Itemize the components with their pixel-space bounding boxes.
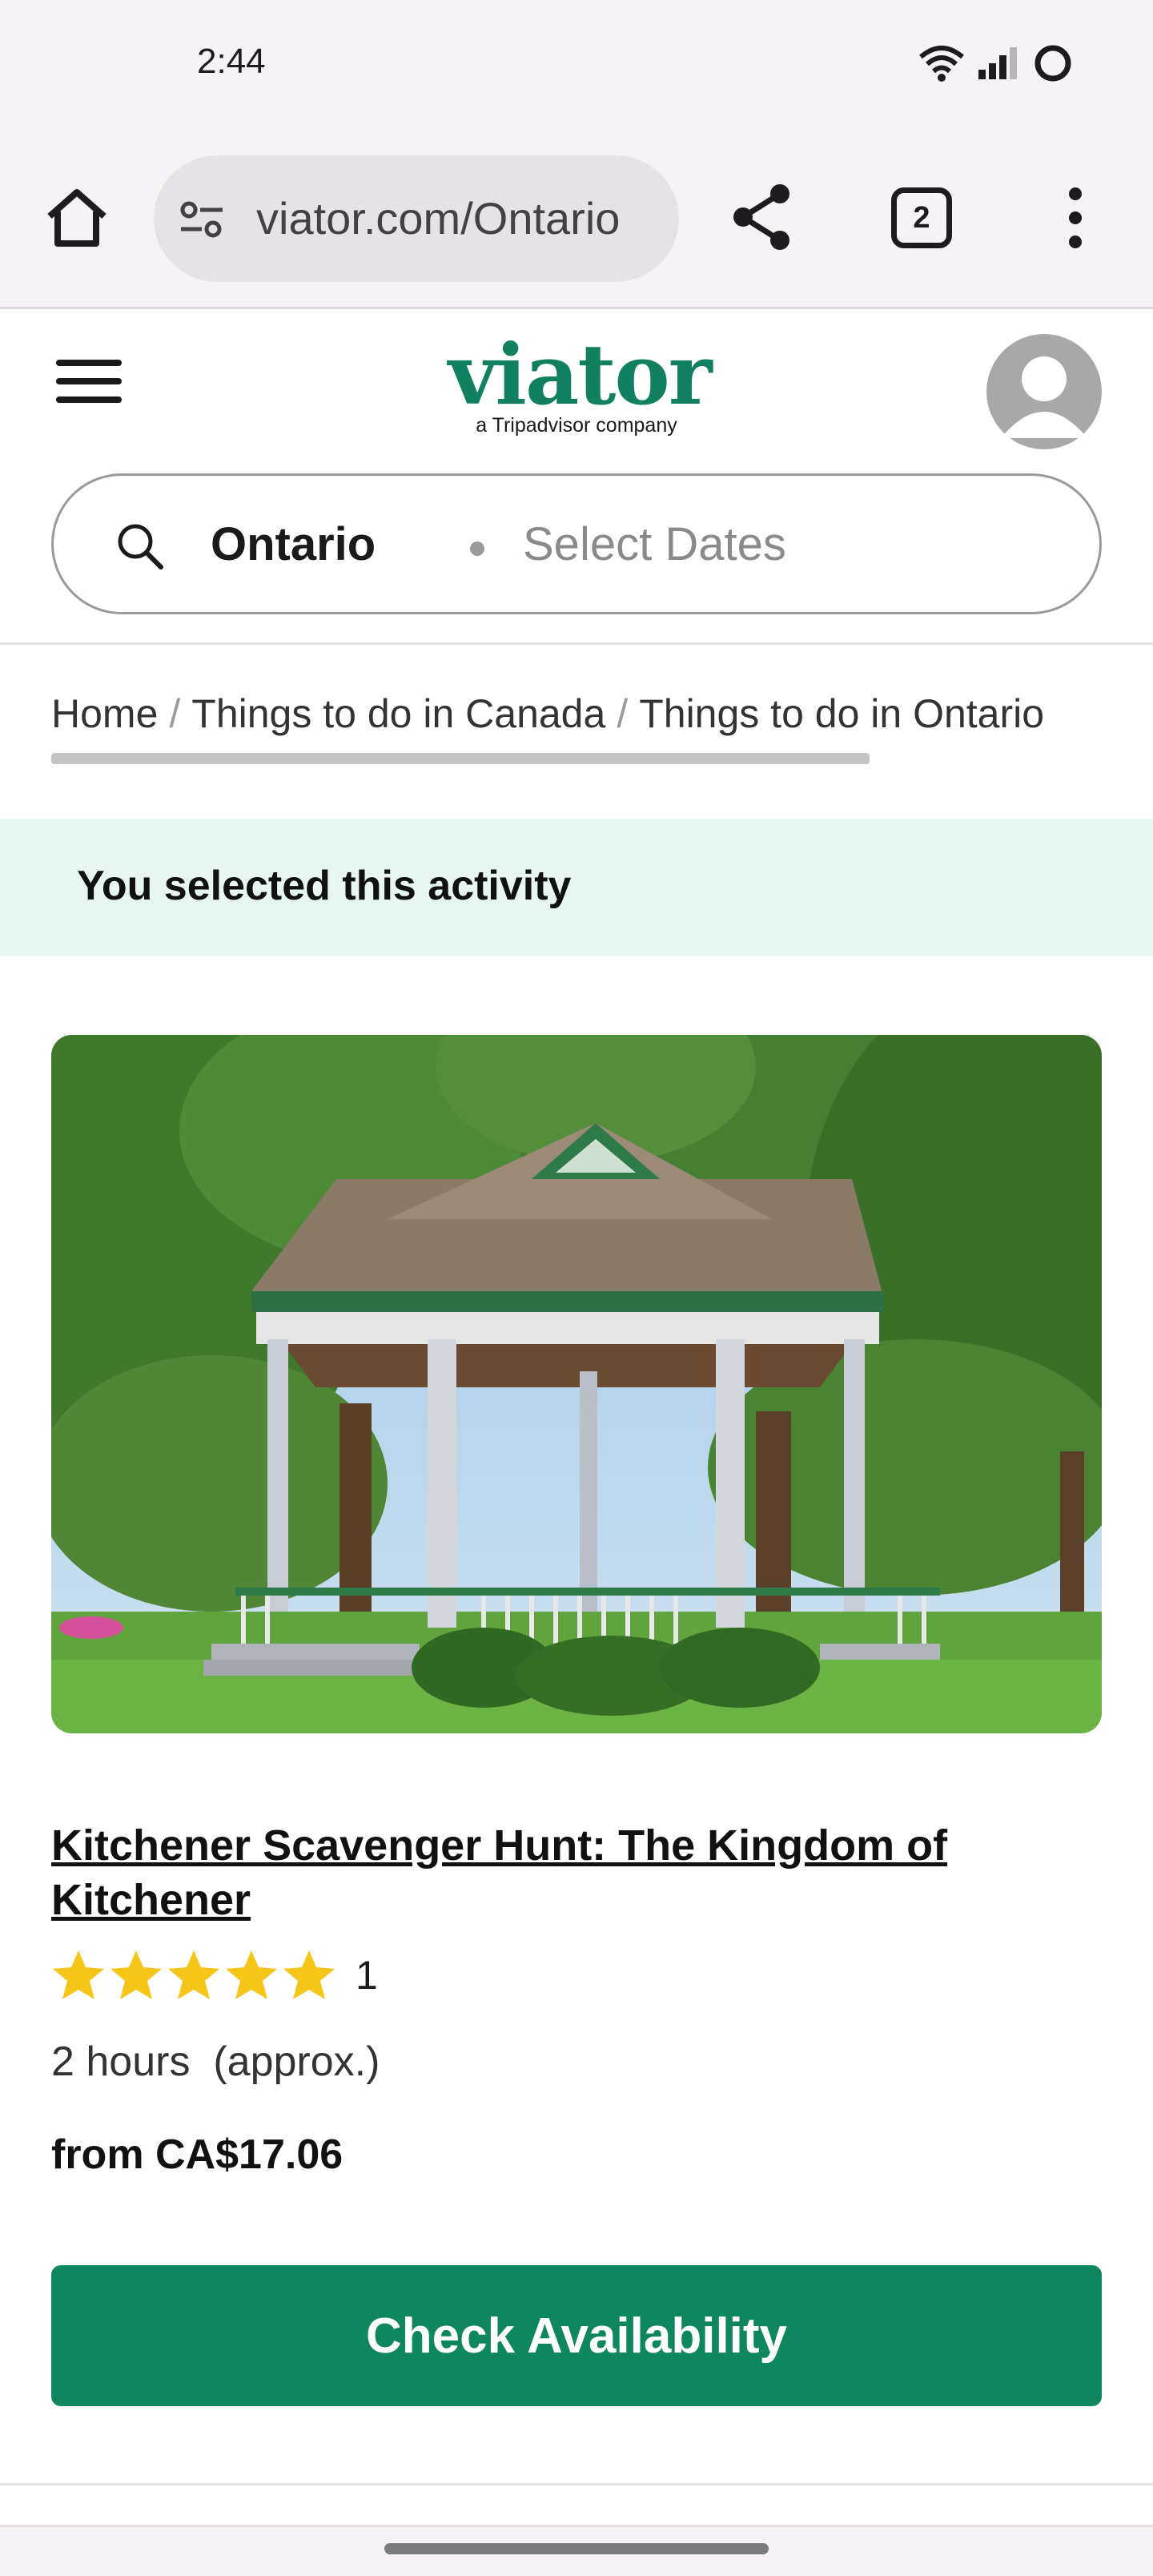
rating: 1 bbox=[51, 1948, 378, 2002]
star-icon bbox=[53, 1950, 104, 1999]
search-bar[interactable]: Ontario Select Dates bbox=[51, 473, 1102, 614]
star-icon bbox=[226, 1950, 277, 1999]
wifi-icon bbox=[919, 46, 964, 82]
duration: 2 hours (approx.) bbox=[51, 2039, 380, 2085]
breadcrumb-canada[interactable]: Things to do in Canada bbox=[191, 691, 605, 736]
battery-icon bbox=[1034, 45, 1071, 82]
browser-toolbar: viator.com/Ontario 2 bbox=[0, 136, 1153, 309]
hamburger-menu-icon[interactable] bbox=[56, 360, 123, 417]
breadcrumb: Home / Things to do in Canada / Things to do… bbox=[51, 690, 1044, 737]
search-location[interactable]: Ontario bbox=[211, 517, 376, 571]
logo-tagline: a Tripadvisor company bbox=[476, 414, 677, 437]
address-bar[interactable]: viator.com/Ontario bbox=[154, 155, 679, 282]
select-dates-field[interactable]: Select Dates bbox=[523, 517, 786, 571]
star-icon bbox=[283, 1950, 335, 1999]
price: from CA$17.06 bbox=[51, 2131, 343, 2178]
site-settings-icon[interactable] bbox=[178, 195, 226, 244]
review-count: 1 bbox=[356, 1953, 378, 1998]
search-separator-dot bbox=[470, 541, 484, 556]
divider bbox=[0, 2483, 1153, 2485]
url-text: viator.com/Ontario bbox=[256, 193, 621, 244]
logo-wordmark: viator bbox=[448, 325, 713, 424]
banner-text: You selected this activity bbox=[77, 863, 572, 909]
system-nav-bar bbox=[0, 2527, 1153, 2576]
viator-logo[interactable]: viator a Tripadvisor company bbox=[448, 325, 713, 437]
gesture-handle[interactable] bbox=[384, 2543, 769, 2554]
product-image[interactable] bbox=[51, 1035, 1102, 1733]
avatar-icon[interactable] bbox=[986, 334, 1102, 449]
product-title-link[interactable]: Kitchener Scavenger Hunt: The Kingdom of… bbox=[51, 1818, 1102, 1927]
share-icon[interactable] bbox=[727, 181, 799, 253]
check-availability-button[interactable]: Check Availability bbox=[51, 2265, 1102, 2406]
status-icons bbox=[918, 43, 1073, 83]
site-header: viator a Tripadvisor company Ontario Sel… bbox=[0, 312, 1153, 645]
status-time: 2:44 bbox=[197, 42, 266, 81]
home-icon[interactable] bbox=[43, 184, 110, 252]
status-bar: 2:44 bbox=[0, 0, 1153, 136]
search-icon bbox=[118, 524, 163, 570]
more-vert-icon[interactable] bbox=[1055, 184, 1095, 252]
breadcrumb-ontario[interactable]: Things to do in Ontario bbox=[639, 691, 1044, 736]
breadcrumb-separator: / bbox=[617, 691, 629, 736]
breadcrumb-separator: / bbox=[169, 691, 181, 736]
breadcrumb-scrollbar[interactable] bbox=[51, 753, 870, 764]
tabs-icon[interactable]: 2 bbox=[891, 187, 952, 248]
selected-activity-banner: You selected this activity bbox=[0, 819, 1153, 956]
star-icon bbox=[168, 1950, 219, 1999]
breadcrumb-home[interactable]: Home bbox=[51, 691, 158, 736]
star-icon bbox=[110, 1950, 162, 1999]
signal-icon bbox=[978, 47, 1017, 79]
